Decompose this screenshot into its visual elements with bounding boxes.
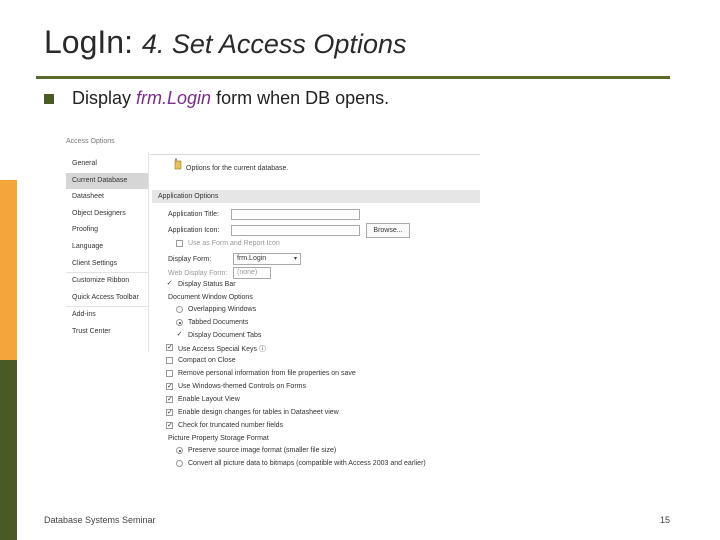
section-application-options: Application Options [152, 190, 480, 203]
bullet-square-icon [44, 94, 54, 104]
app-icon-label: Application Icon: [168, 227, 220, 234]
bullet-text-pre: Display [72, 88, 137, 108]
bullet-form-name: frm.Login [136, 88, 212, 108]
remove-personal-info-checkbox[interactable] [166, 370, 173, 377]
windows-themed-controls-label: Use Windows-themed Controls on Forms [178, 383, 306, 390]
slide-title-main: LogIn: [44, 24, 133, 60]
browse-button[interactable]: Browse... [366, 223, 410, 238]
app-title-field[interactable] [231, 209, 360, 220]
truncated-number-fields-checkbox[interactable]: ✓ [166, 422, 173, 429]
chevron-down-icon: ▾ [293, 256, 297, 262]
display-document-tabs-label: Display Document Tabs [188, 332, 262, 339]
access-options-dialog: Access Options General Current Database … [60, 130, 490, 480]
slide-title: LogIn: 4. Set Access Options [44, 24, 406, 61]
nav-item-current-database[interactable]: Current Database [66, 172, 148, 190]
nav-divider [148, 152, 149, 352]
display-form-label: Display Form: [168, 256, 212, 263]
preserve-source-format-radio[interactable] [176, 447, 183, 454]
left-stripe-bottom [0, 360, 17, 540]
use-as-icon-label: Use as Form and Report Icon [188, 240, 280, 247]
preserve-source-format-label: Preserve source image format (smaller fi… [188, 447, 337, 454]
database-options-icon [174, 158, 182, 170]
overlapping-windows-label: Overlapping Windows [188, 306, 257, 313]
windows-themed-controls-checkbox[interactable]: ✓ [166, 383, 173, 390]
nav-item-quick-access-toolbar[interactable]: Quick Access Toolbar [66, 290, 148, 308]
header-rule [150, 154, 480, 155]
dialog-title: Access Options [66, 138, 115, 145]
nav-item-language[interactable]: Language [66, 239, 148, 256]
options-nav: General Current Database Datasheet Objec… [66, 156, 148, 341]
nav-item-proofing[interactable]: Proofing [66, 222, 148, 239]
web-display-form-dropdown[interactable]: (none) [233, 267, 271, 279]
app-title-label: Application Title: [168, 211, 219, 218]
web-display-form-value: (none) [237, 269, 258, 276]
use-access-special-keys-label: Use Access Special Keys ⓘ [178, 344, 266, 354]
bullet-text: Display frm.Login form when DB opens. [72, 88, 389, 109]
truncated-number-fields-label: Check for truncated number fields [178, 422, 284, 429]
slide-title-subtitle: 4. Set Access Options [141, 29, 407, 59]
picture-storage-format-label: Picture Property Storage Format [168, 435, 269, 442]
nav-item-general[interactable]: General [66, 156, 148, 173]
compact-on-close-checkbox[interactable] [166, 357, 173, 364]
display-document-tabs-checkbox[interactable]: ✓ [176, 331, 183, 339]
nav-item-customize-ribbon[interactable]: Customize Ribbon [66, 273, 148, 290]
document-window-options-label: Document Window Options [168, 294, 253, 301]
nav-item-object-designers[interactable]: Object Designers [66, 206, 148, 223]
nav-item-client-settings[interactable]: Client Settings [66, 256, 148, 274]
enable-design-changes-label: Enable design changes for tables in Data… [178, 409, 339, 416]
display-status-bar-checkbox[interactable]: ✓ [166, 280, 173, 288]
use-access-special-keys-text: Use Access Special Keys [178, 346, 257, 353]
display-form-dropdown[interactable]: frm.Login ▾ [233, 253, 301, 265]
app-icon-field[interactable] [231, 225, 360, 236]
title-divider [36, 76, 670, 79]
convert-to-bitmaps-radio[interactable] [176, 460, 183, 467]
web-display-form-label: Web Display Form: [168, 270, 228, 277]
nav-item-datasheet[interactable]: Datasheet [66, 189, 148, 206]
tabbed-documents-label: Tabbed Documents [188, 319, 249, 326]
page-number: 15 [660, 515, 671, 525]
use-as-icon-checkbox[interactable] [176, 240, 183, 247]
use-access-special-keys-checkbox[interactable]: ✓ [166, 344, 173, 351]
convert-to-bitmaps-label: Convert all picture data to bitmaps (com… [188, 460, 426, 467]
enable-design-changes-checkbox[interactable]: ✓ [166, 409, 173, 416]
tabbed-documents-radio[interactable] [176, 319, 183, 326]
nav-item-add-ins[interactable]: Add-ins [66, 307, 148, 324]
left-stripe-top [0, 0, 17, 180]
display-status-bar-label: Display Status Bar [178, 281, 236, 288]
info-icon: ⓘ [258, 346, 266, 353]
enable-layout-view-checkbox[interactable]: ✓ [166, 396, 173, 403]
nav-item-trust-center[interactable]: Trust Center [66, 324, 148, 341]
bullet-text-post: form when DB opens. [211, 88, 390, 108]
display-form-value: frm.Login [237, 255, 267, 262]
enable-layout-view-label: Enable Layout View [178, 396, 240, 403]
left-stripe-middle [0, 180, 17, 360]
overlapping-windows-radio[interactable] [176, 306, 183, 313]
remove-personal-info-label: Remove personal information from file pr… [178, 370, 356, 377]
footer-course-name: Database Systems Seminar [44, 515, 156, 525]
compact-on-close-label: Compact on Close [178, 357, 236, 364]
header-text: Options for the current database. [186, 165, 289, 172]
